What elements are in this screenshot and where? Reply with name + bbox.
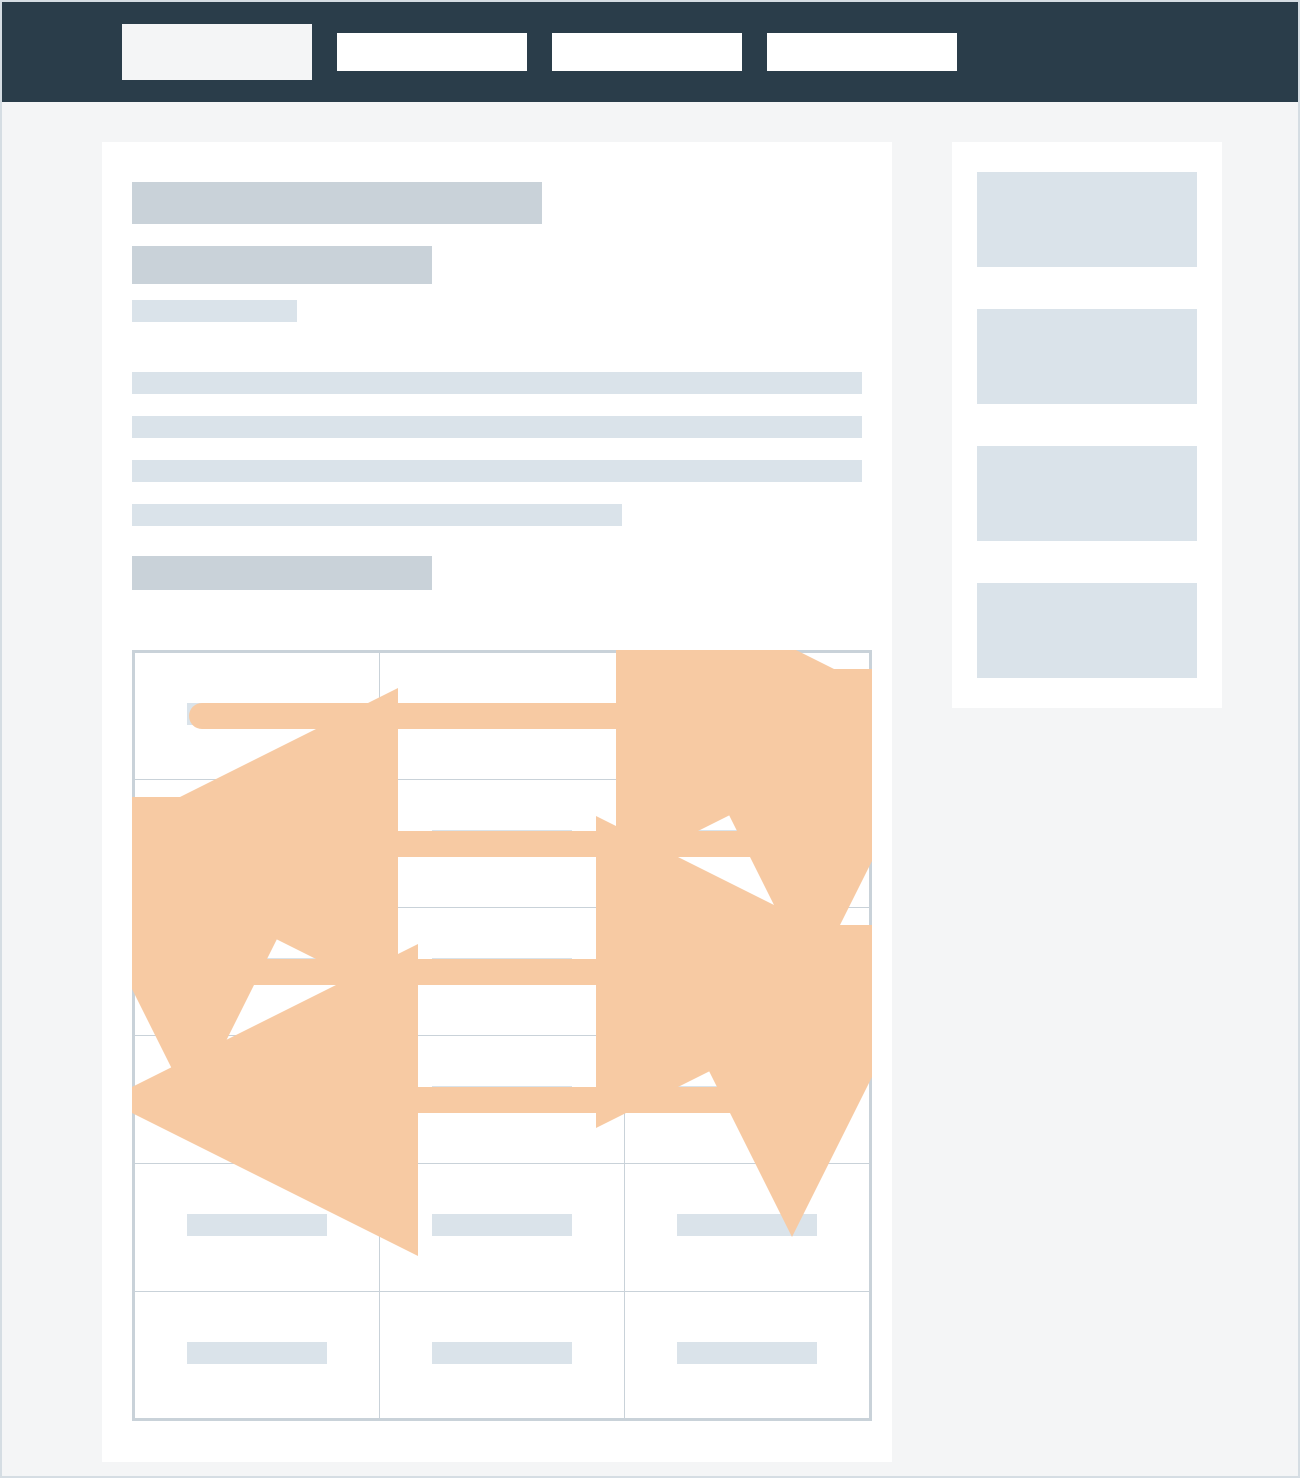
- table-cell: [625, 908, 871, 1036]
- logo-placeholder[interactable]: [122, 24, 312, 80]
- table-cell: [379, 652, 625, 780]
- table-cell: [625, 652, 871, 780]
- table-cell: [134, 1036, 380, 1164]
- table-cell: [379, 908, 625, 1036]
- cell-content: [677, 830, 817, 852]
- cell-content: [187, 703, 327, 725]
- cell-content: [677, 958, 817, 980]
- table-cell: [134, 1292, 380, 1420]
- navigation-order-diagram: [132, 650, 862, 1421]
- page-meta: [132, 300, 297, 322]
- page-subtitle: [132, 246, 432, 284]
- sidebar-block-4[interactable]: [977, 583, 1197, 678]
- cell-content: [677, 1342, 817, 1364]
- nav-item-3[interactable]: [767, 33, 957, 71]
- cell-content: [187, 1086, 327, 1108]
- cell-content: [677, 1214, 817, 1236]
- sidebar-card: [952, 142, 1222, 708]
- cell-content: [432, 830, 572, 852]
- main-content-card: [102, 142, 892, 1462]
- cell-content: [432, 1086, 572, 1108]
- nav-item-1[interactable]: [337, 33, 527, 71]
- table-cell: [379, 780, 625, 908]
- paragraph-line: [132, 460, 862, 482]
- sidebar-block-3[interactable]: [977, 446, 1197, 541]
- cell-content: [432, 1342, 572, 1364]
- cell-content: [187, 1214, 327, 1236]
- paragraph-line: [132, 504, 622, 526]
- table-cell: [625, 780, 871, 908]
- table-cell: [379, 1036, 625, 1164]
- table-cell: [134, 652, 380, 780]
- page-title: [132, 182, 542, 224]
- paragraph-line: [132, 416, 862, 438]
- table-cell: [379, 1164, 625, 1292]
- table-cell: [134, 780, 380, 908]
- cell-content: [677, 1086, 817, 1108]
- cell-content: [432, 958, 572, 980]
- section-heading: [132, 556, 432, 590]
- cell-content: [432, 1214, 572, 1236]
- cell-content: [187, 958, 327, 980]
- layout-table: [132, 650, 872, 1421]
- cell-content: [187, 1342, 327, 1364]
- top-nav: [2, 2, 1298, 102]
- sidebar-block-2[interactable]: [977, 309, 1197, 404]
- table-cell: [134, 1164, 380, 1292]
- table-cell: [625, 1292, 871, 1420]
- table-cell: [625, 1164, 871, 1292]
- table-cell: [379, 1292, 625, 1420]
- nav-item-2[interactable]: [552, 33, 742, 71]
- paragraph-line: [132, 372, 862, 394]
- table-cell: [134, 908, 380, 1036]
- cell-content: [187, 830, 327, 852]
- sidebar-block-1[interactable]: [977, 172, 1197, 267]
- cell-content: [432, 703, 572, 725]
- table-cell: [625, 1036, 871, 1164]
- cell-content: [677, 703, 817, 725]
